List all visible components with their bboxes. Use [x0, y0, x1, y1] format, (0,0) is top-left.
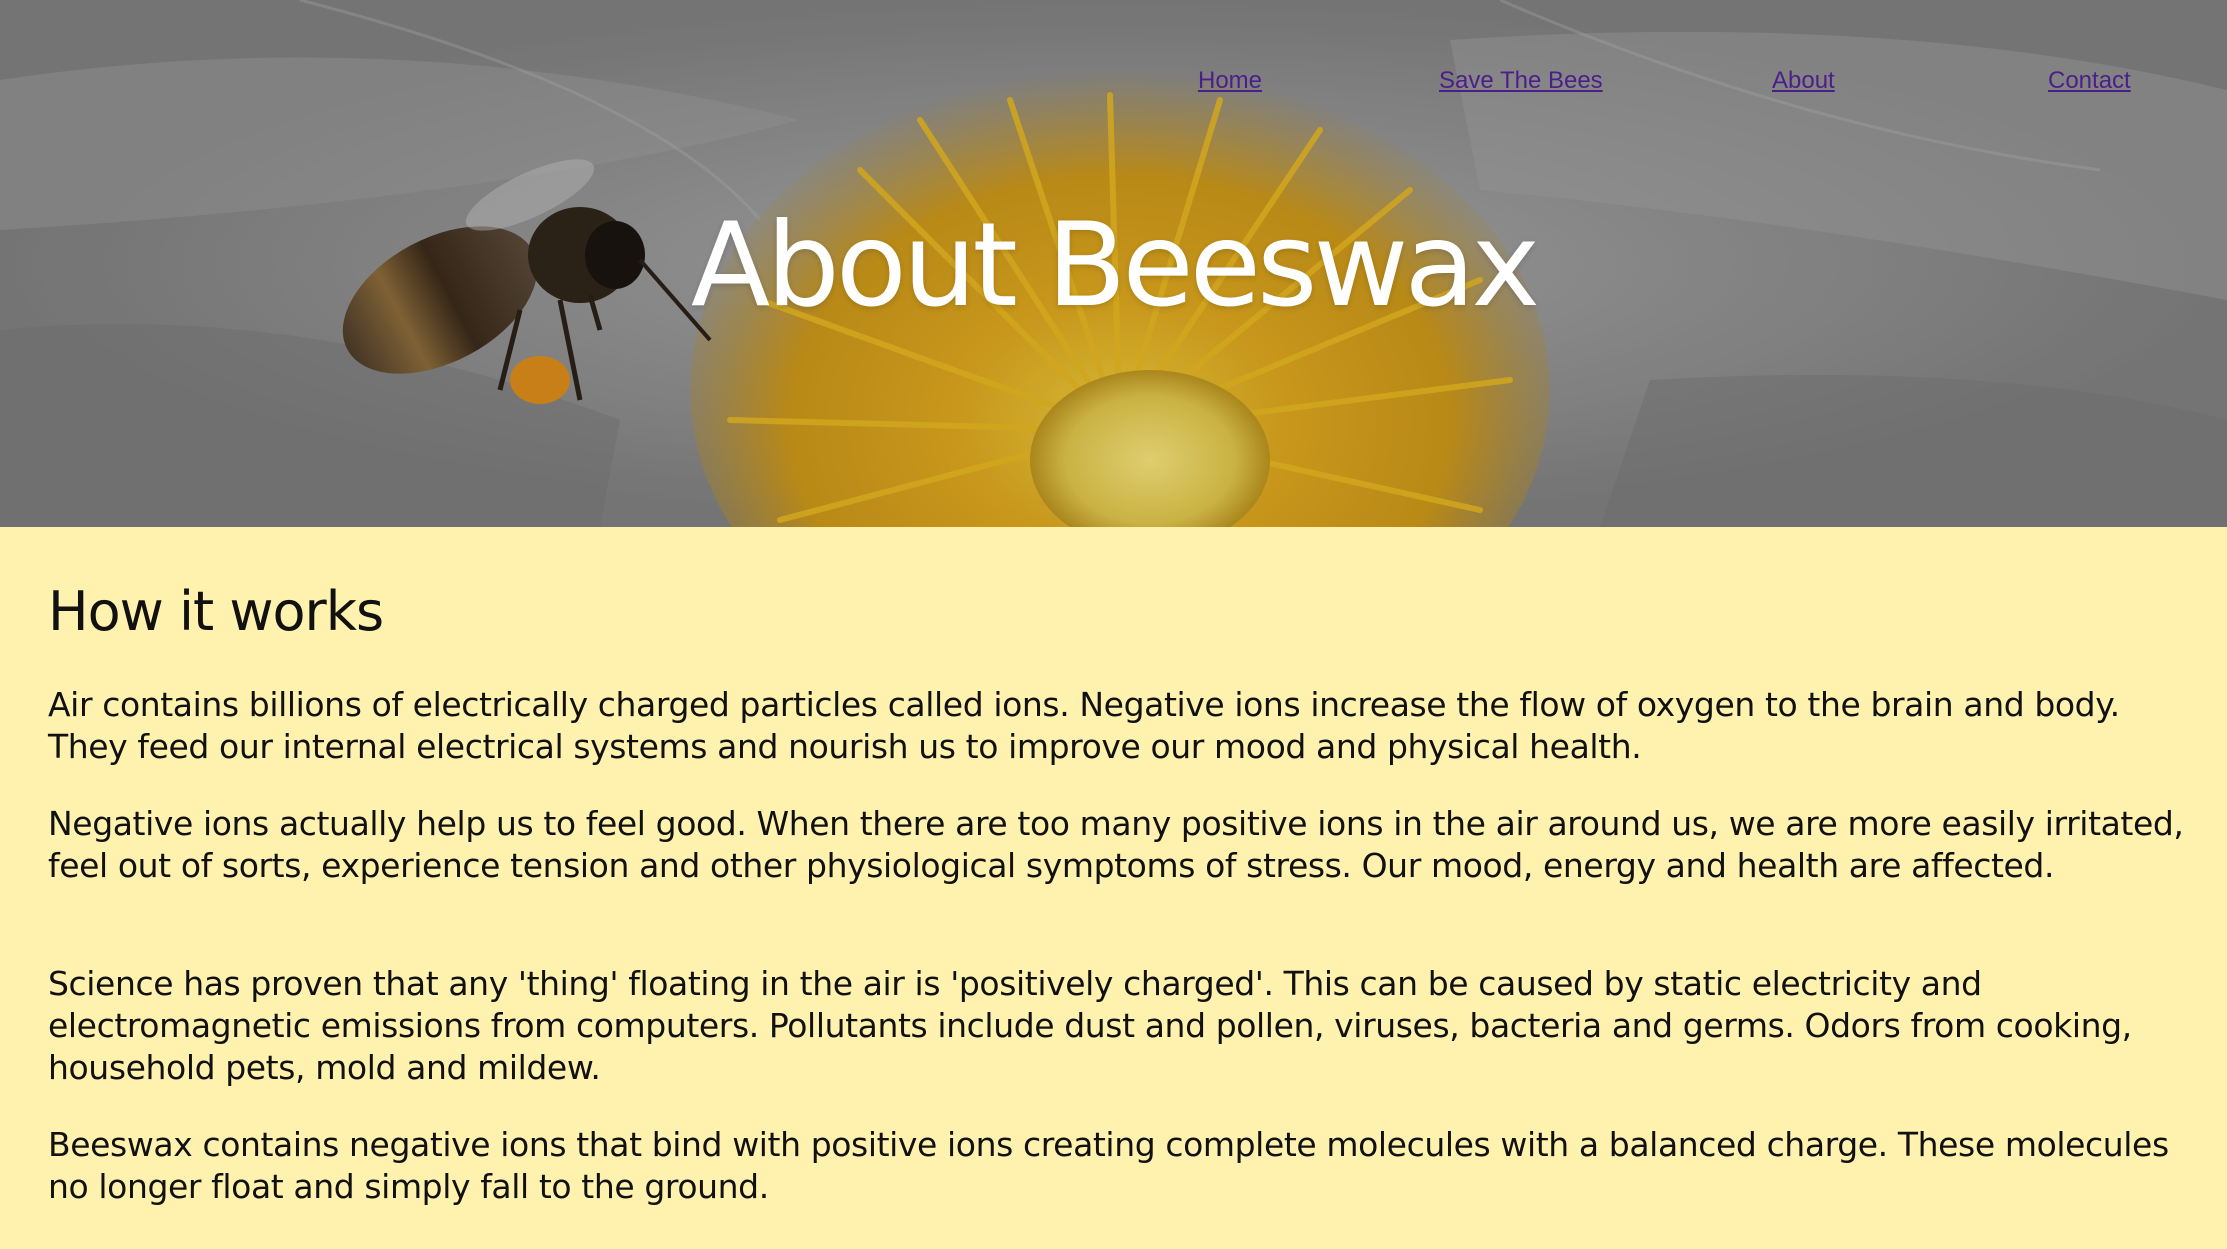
paragraph-3: Science has proven that any 'thing' floa… — [48, 964, 2132, 1087]
nav-link-save-the-bees[interactable]: Save The Bees — [1439, 67, 1603, 95]
section-heading: How it works — [48, 580, 384, 643]
main-nav: Home Save The Bees About Contact — [0, 67, 2227, 97]
nav-link-contact[interactable]: Contact — [2048, 67, 2131, 95]
paragraph-4: Beeswax contains negative ions that bind… — [48, 1125, 2169, 1206]
paragraph-1: Air contains billions of electrically ch… — [48, 685, 2120, 766]
page-title: About Beeswax — [690, 198, 1540, 333]
nav-link-home[interactable]: Home — [1198, 67, 1262, 95]
paragraph-2: Negative ions actually help us to feel g… — [48, 804, 2184, 885]
hero-banner: Home Save The Bees About Contact About B… — [0, 0, 2227, 527]
page: Home Save The Bees About Contact About B… — [0, 0, 2227, 1249]
nav-link-about[interactable]: About — [1772, 67, 1835, 95]
